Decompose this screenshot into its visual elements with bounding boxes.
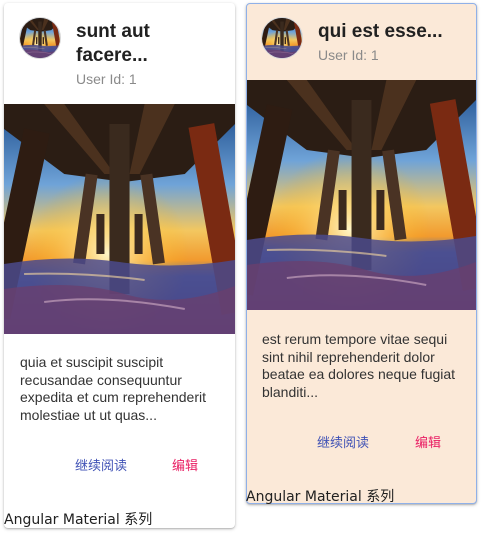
pier-sunset-avatar-icon: [262, 18, 302, 58]
card-image: [247, 80, 476, 310]
pier-sunset-avatar-icon: [20, 18, 60, 58]
card-subtitle: User Id: 1: [318, 47, 379, 63]
card-image: [4, 104, 235, 334]
card-content: quia et suscipit suscipit recusandae con…: [20, 354, 206, 423]
read-more-button[interactable]: 继续阅读: [75, 455, 127, 474]
card-footer: Angular Material 系列: [246, 489, 395, 505]
post-card-1: sunt aut facere... User Id: 1 quia et su…: [4, 3, 235, 528]
edit-button[interactable]: 编辑: [415, 432, 441, 451]
avatar: [19, 17, 61, 59]
pier-sunset-photo-icon: [4, 104, 235, 334]
card-subtitle: User Id: 1: [76, 71, 137, 87]
post-card-2: qui est esse... User Id: 1 est rerum tem…: [246, 3, 477, 505]
read-more-button[interactable]: 继续阅读: [317, 432, 369, 451]
card-title: sunt aut facere...: [76, 21, 150, 66]
card-title: qui est esse...: [318, 21, 443, 42]
pier-sunset-photo-icon: [247, 80, 476, 310]
avatar: [261, 17, 303, 59]
edit-button[interactable]: 编辑: [172, 455, 198, 474]
card-footer: Angular Material 系列: [4, 512, 153, 528]
card-content: est rerum tempore vitae sequi sint nihil…: [262, 331, 456, 400]
